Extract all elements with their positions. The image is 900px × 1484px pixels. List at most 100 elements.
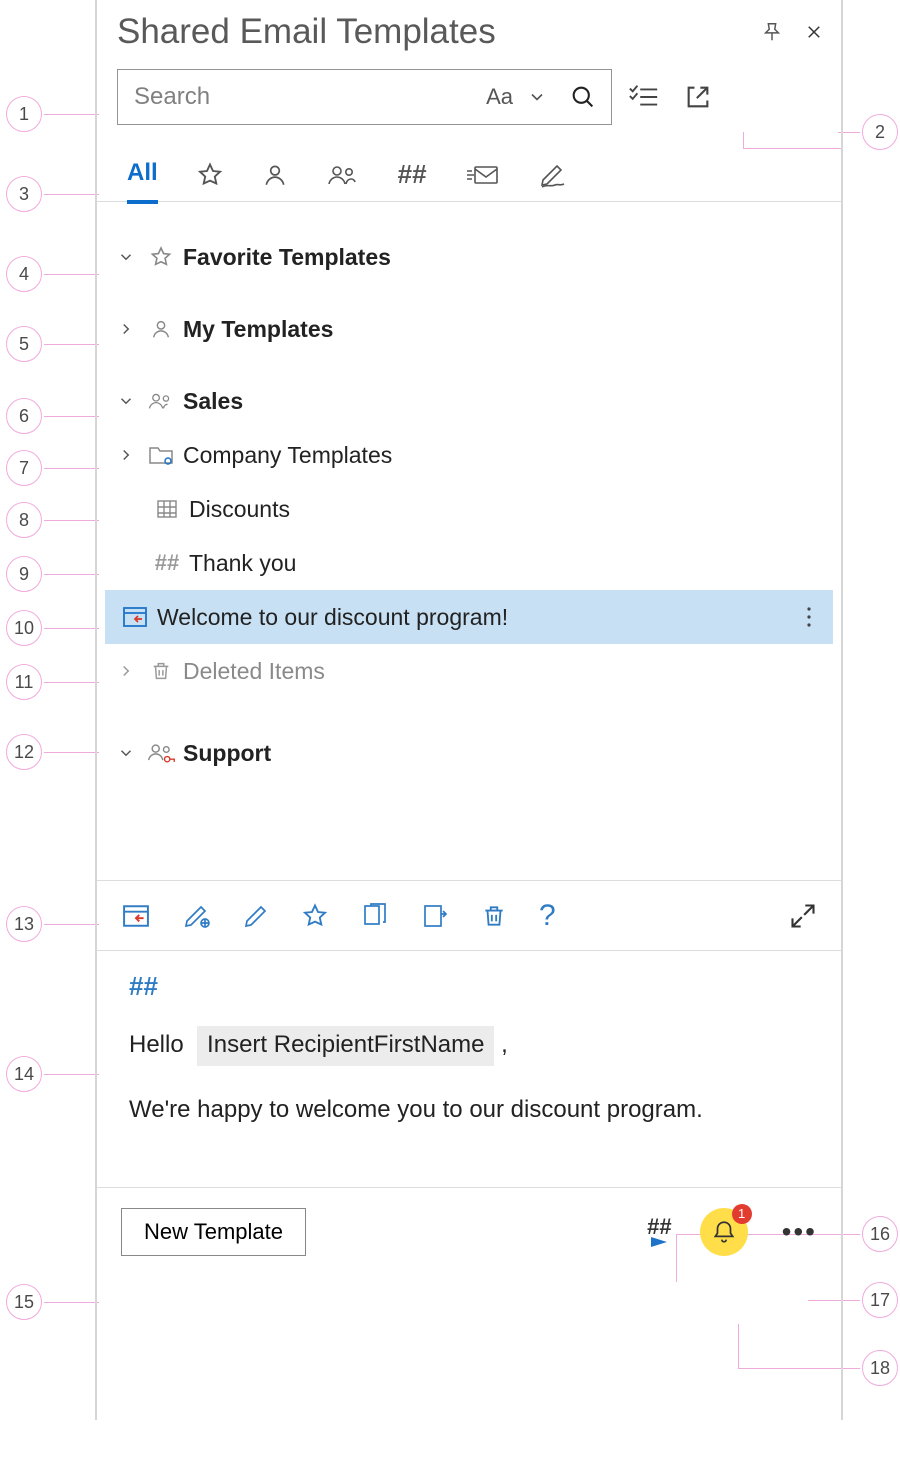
preview-body: We're happy to welcome you to our discou…: [129, 1094, 817, 1126]
copy-button[interactable]: [361, 902, 389, 930]
group-support[interactable]: Support: [97, 726, 841, 780]
notification-badge: 1: [732, 1204, 752, 1224]
more-icon[interactable]: [805, 606, 813, 628]
template-preview: ## Hello Insert RecipientFirstName , We'…: [97, 951, 841, 1127]
folder-icon: [143, 444, 179, 466]
star-icon: [196, 161, 224, 189]
group-sales[interactable]: Sales: [97, 374, 841, 428]
open-external-icon[interactable]: [684, 83, 712, 111]
callout-18: 18: [862, 1350, 898, 1386]
people-key-icon: [143, 740, 179, 766]
macro-recipient-firstname[interactable]: Insert RecipientFirstName: [197, 1026, 494, 1066]
group-label: Sales: [183, 388, 243, 415]
tab-all[interactable]: All: [127, 146, 158, 204]
callout-16: 16: [862, 1216, 898, 1252]
preview-toolbar: ?: [97, 881, 841, 951]
folder-label: Company Templates: [183, 442, 392, 469]
callout-9: 9: [6, 556, 42, 592]
insert-template-icon: [117, 605, 153, 629]
insert-button[interactable]: [121, 903, 151, 929]
callout-14: 14: [6, 1056, 42, 1092]
macros-shortcut-icon[interactable]: ##: [647, 1217, 671, 1247]
callout-12: 12: [6, 734, 42, 770]
callout-13: 13: [6, 906, 42, 942]
panel-title: Shared Email Templates: [117, 12, 496, 52]
tab-team[interactable]: [326, 146, 360, 204]
footer-more-button[interactable]: •••: [782, 1216, 817, 1248]
import-button[interactable]: [421, 902, 449, 930]
item-label: Thank you: [189, 550, 296, 577]
footer-bar: New Template ## 1 •••: [97, 1188, 841, 1276]
chevron-right-icon: [109, 662, 143, 680]
group-my-templates[interactable]: My Templates: [97, 302, 841, 356]
folder-company-templates[interactable]: Company Templates: [97, 428, 841, 482]
notifications-button[interactable]: 1: [700, 1208, 748, 1256]
item-welcome-discount[interactable]: Welcome to our discount program!: [105, 590, 833, 644]
callout-1: 1: [6, 96, 42, 132]
tab-personal[interactable]: [262, 146, 288, 204]
signature-icon: [539, 161, 569, 189]
macro-marker: ##: [129, 971, 817, 1002]
item-thankyou[interactable]: ## Thank you: [97, 536, 841, 590]
hash-icon: ##: [149, 550, 185, 576]
person-icon: [143, 317, 179, 341]
folder-label: Deleted Items: [183, 658, 325, 685]
preview-comma: ,: [501, 1031, 508, 1058]
callout-2: 2: [862, 114, 898, 150]
search-input[interactable]: [134, 83, 480, 111]
search-scope-dropdown[interactable]: [527, 87, 547, 107]
callout-17: 17: [862, 1282, 898, 1318]
checklist-icon[interactable]: [628, 82, 660, 112]
people-icon: [143, 389, 179, 413]
tab-macros[interactable]: ##: [398, 146, 427, 204]
new-template-button[interactable]: New Template: [121, 1208, 306, 1256]
callout-4: 4: [6, 256, 42, 292]
group-favorite-templates[interactable]: Favorite Templates: [97, 230, 841, 284]
item-discounts[interactable]: Discounts: [97, 482, 841, 536]
edit-button[interactable]: [243, 903, 269, 929]
callout-5: 5: [6, 326, 42, 362]
tab-favorites[interactable]: [196, 146, 224, 204]
preview-hello: Hello: [129, 1031, 184, 1058]
favorite-button[interactable]: [301, 902, 329, 930]
dataset-icon: [149, 498, 185, 520]
item-label: Welcome to our discount program!: [157, 604, 508, 631]
trash-icon: [143, 659, 179, 683]
filter-tabs: All ##: [97, 128, 841, 202]
tab-sign[interactable]: [539, 146, 569, 204]
help-button[interactable]: ?: [539, 899, 556, 933]
chevron-right-icon: [109, 320, 143, 338]
pin-icon[interactable]: [761, 20, 783, 44]
group-label: Support: [183, 740, 271, 767]
callout-11: 11: [6, 664, 42, 700]
folder-deleted-items[interactable]: Deleted Items: [97, 644, 841, 698]
callout-7: 7: [6, 450, 42, 486]
tab-mail[interactable]: [465, 146, 501, 204]
templates-panel: Shared Email Templates Aa: [95, 0, 843, 1420]
callout-6: 6: [6, 398, 42, 434]
close-icon[interactable]: [805, 23, 823, 41]
search-container: Aa: [117, 69, 612, 125]
item-label: Discounts: [189, 496, 290, 523]
star-icon: [143, 245, 179, 269]
chevron-down-icon: [109, 248, 143, 266]
callout-8: 8: [6, 502, 42, 538]
callout-10: 10: [6, 610, 42, 646]
people-icon: [326, 161, 360, 189]
delete-button[interactable]: [481, 902, 507, 930]
person-icon: [262, 161, 288, 189]
search-icon[interactable]: [569, 83, 597, 111]
callout-15: 15: [6, 1284, 42, 1320]
chevron-down-icon: [109, 392, 143, 410]
chevron-down-icon: [109, 744, 143, 762]
template-tree: Favorite Templates My Templates Sales Co…: [97, 202, 841, 780]
expand-icon[interactable]: [789, 902, 817, 930]
callout-3: 3: [6, 176, 42, 212]
mail-send-icon: [465, 161, 501, 189]
group-label: Favorite Templates: [183, 244, 391, 271]
group-label: My Templates: [183, 316, 333, 343]
edit-web-button[interactable]: [183, 903, 211, 929]
match-case-toggle[interactable]: Aa: [486, 84, 513, 110]
bell-icon: [711, 1218, 737, 1246]
chevron-right-icon: [109, 446, 143, 464]
